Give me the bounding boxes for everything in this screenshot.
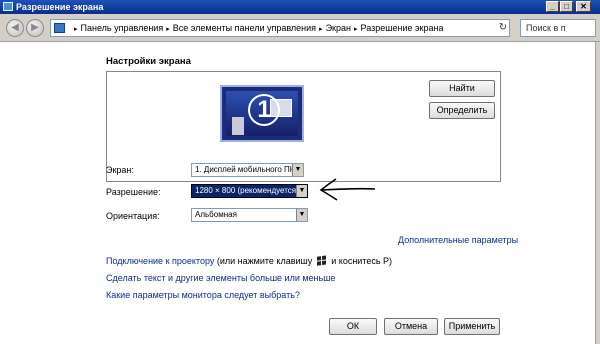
refresh-icon: ↻ (498, 22, 508, 33)
display-settings-icon (3, 2, 13, 11)
page-title: Настройки экрана (106, 56, 191, 67)
breadcrumb-resolution[interactable]: Разрешение экрана (360, 23, 443, 33)
advanced-settings-link[interactable]: Дополнительные параметры (398, 235, 518, 245)
forward-button[interactable]: ▶ (26, 19, 44, 37)
chevron-down-icon: ▼ (296, 209, 307, 221)
arrow-annotation-icon (319, 178, 376, 201)
projector-link[interactable]: Подключение к проектору (106, 256, 214, 266)
display-value: 1. Дисплей мобильного ПК (195, 165, 295, 174)
text-size-link[interactable]: Сделать текст и другие элементы больше и… (106, 273, 335, 283)
monitor-thumbnail[interactable]: 1 (220, 85, 304, 142)
maximize-button[interactable]: □ (560, 1, 573, 12)
resolution-value: 1280 × 800 (рекомендуется) (195, 186, 299, 195)
main-panel: Настройки экрана 1 Найти Определить Экра… (0, 43, 600, 344)
window-title: Разрешение экрана (16, 2, 104, 12)
refresh-button[interactable]: ↻ (495, 21, 511, 35)
projector-hint-end: и коснитесь P) (328, 256, 393, 266)
ok-button[interactable]: ОК (329, 318, 377, 335)
windows-key-icon (316, 255, 327, 266)
breadcrumb-display[interactable]: Экран (326, 23, 351, 33)
resolution-select[interactable]: 1280 × 800 (рекомендуется) ▼ (191, 184, 308, 198)
display-select[interactable]: 1. Дисплей мобильного ПК ▼ (191, 163, 304, 177)
control-panel-icon (54, 23, 65, 33)
search-placeholder: Поиск в п (526, 23, 566, 33)
breadcrumb-control-panel[interactable]: Панель управления (81, 23, 164, 33)
projector-line: Подключение к проектору (или нажмите кла… (106, 255, 393, 266)
back-button[interactable]: ◀ (6, 19, 24, 37)
find-button[interactable]: Найти (429, 80, 495, 97)
orientation-value: Альбомная (195, 210, 237, 219)
projector-hint: (или нажмите клавишу (214, 256, 315, 266)
address-bar[interactable]: ▸ Панель управления ▸ Все элементы панели у… (50, 19, 510, 37)
display-label: Экран: (106, 165, 134, 175)
minimize-button[interactable]: _ (546, 1, 559, 12)
which-settings-link[interactable]: Какие параметры монитора следует выбрать… (106, 290, 300, 300)
resolution-label: Разрешение: (106, 187, 161, 197)
chevron-down-icon: ▼ (296, 185, 307, 197)
breadcrumb-separator-icon[interactable]: ▸ (74, 26, 78, 33)
breadcrumb: ▸ Панель управления ▸ Все элементы панели у… (71, 23, 443, 35)
back-arrow-icon: ◀ (11, 22, 19, 33)
search-input[interactable]: Поиск в п (520, 19, 596, 37)
breadcrumb-separator-icon[interactable]: ▸ (319, 26, 323, 33)
monitor-number: 1 (248, 94, 280, 126)
apply-button[interactable]: Применить (444, 318, 500, 335)
monitor-screen: 1 (226, 91, 298, 136)
breadcrumb-all-items[interactable]: Все элементы панели управления (173, 23, 316, 33)
breadcrumb-separator-icon[interactable]: ▸ (166, 26, 170, 33)
window-thumbnail-icon (232, 117, 244, 135)
cancel-button[interactable]: Отмена (384, 318, 438, 335)
window-edge (595, 42, 600, 344)
forward-arrow-icon: ▶ (31, 22, 39, 33)
title-bar: Разрешение экрана _ □ ✕ (0, 0, 600, 14)
orientation-label: Ориентация: (106, 211, 160, 221)
close-button[interactable]: ✕ (576, 1, 591, 12)
chevron-down-icon: ▼ (292, 164, 303, 176)
orientation-select[interactable]: Альбомная ▼ (191, 208, 308, 222)
breadcrumb-separator-icon[interactable]: ▸ (354, 26, 358, 33)
identify-button[interactable]: Определить (429, 102, 495, 119)
navigation-bar: ◀ ▶ ▸ Панель управления ▸ Все элементы пане… (0, 14, 600, 42)
